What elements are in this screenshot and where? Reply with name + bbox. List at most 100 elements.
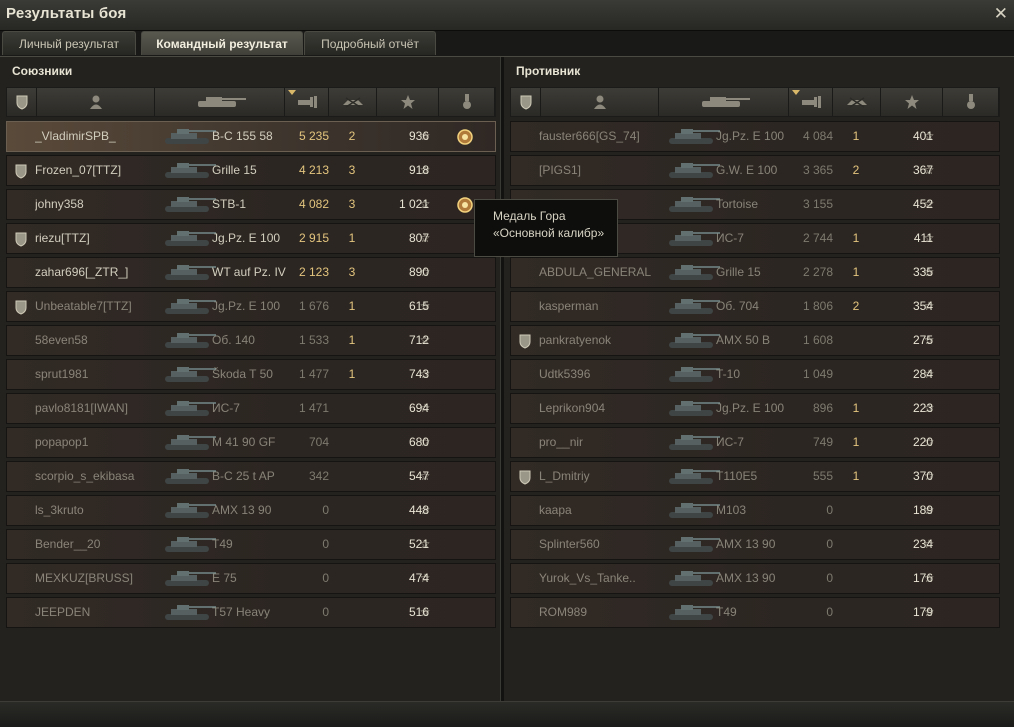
player-row[interactable]: Splinter560 AMX 13 90 0 234 ☆ — [510, 529, 1000, 560]
sort-arrow-icon — [288, 90, 296, 96]
experience-column-header[interactable] — [377, 88, 439, 116]
player-row[interactable]: scorpio_s_ekibasa В-С 25 t AP 342 547 ☆ — [6, 461, 496, 492]
player-row[interactable]: ls_3kruto AMX 13 90 0 448 ☆ — [6, 495, 496, 526]
player-row[interactable]: Udtk5396 T-10 1 049 284 ☆ — [510, 359, 1000, 390]
experience-star-icon: ☆ — [419, 503, 431, 517]
damage-value: 555 — [812, 469, 833, 483]
frags-value — [848, 190, 864, 219]
player-row[interactable]: ROM989 T49 0 179 ☆ — [510, 597, 1000, 628]
experience-star-icon: ☆ — [419, 401, 431, 415]
medal-icon[interactable] — [455, 122, 475, 151]
player-row[interactable]: JEEPDEN T57 Heavy 0 516 ☆ — [6, 597, 496, 628]
medal-icon[interactable] — [455, 190, 475, 219]
frags-column-header[interactable] — [833, 88, 881, 116]
platoon-icon — [518, 292, 534, 321]
player-row[interactable]: 58even58 Об. 140 1 533 1 712 ☆ — [6, 325, 496, 356]
player-row[interactable]: pavlo8181[IWAN] ИС-7 1 471 694 ☆ — [6, 393, 496, 424]
frags-value — [344, 564, 360, 593]
player-row[interactable]: popapop1 M 41 90 GF 704 680 ☆ — [6, 427, 496, 458]
player-name: Bender__20 — [35, 537, 101, 551]
platoon-column-header[interactable] — [7, 88, 37, 116]
player-row[interactable]: Frozen_07[TTZ] Grille 15 4 213 3 918 ☆ — [6, 155, 496, 186]
platoon-icon — [518, 428, 534, 457]
player-row[interactable]: MEXKUZ[BRUSS] E 75 0 474 ☆ — [6, 563, 496, 594]
platoon-icon — [14, 462, 30, 491]
player-row[interactable]: Leprikon904 Jg.Pz. E 100 896 1 223 ☆ — [510, 393, 1000, 424]
platoon-icon — [518, 462, 534, 491]
vehicle-name: Grille 15 — [212, 163, 257, 177]
tab-team-result[interactable]: Командный результат — [141, 31, 303, 55]
tab-personal-result[interactable]: Личный результат — [2, 31, 136, 55]
player-name: L_Dmitriy — [539, 469, 590, 483]
platoon-icon — [14, 360, 30, 389]
platoon-icon — [14, 394, 30, 423]
damage-column-header[interactable] — [285, 88, 329, 116]
damage-column-header[interactable] — [789, 88, 833, 116]
player-row[interactable]: ABDULA_GENERAL Grille 15 2 278 1 335 ☆ — [510, 257, 1000, 288]
player-name: Yurok_Vs_Tanke.. — [539, 571, 636, 585]
frags-value — [344, 394, 360, 423]
vehicle-icon — [159, 122, 219, 151]
platoon-icon — [14, 292, 30, 321]
frags-column-header[interactable] — [329, 88, 377, 116]
player-name: ls_3kruto — [35, 503, 84, 517]
platoon-icon — [14, 530, 30, 559]
damage-value: 1 806 — [802, 299, 833, 313]
player-row[interactable]: Yurok_Vs_Tanke.. AMX 13 90 0 176 ☆ — [510, 563, 1000, 594]
experience-star-icon: ☆ — [923, 605, 935, 619]
player-row[interactable]: kasperman Об. 704 1 806 2 354 ☆ — [510, 291, 1000, 322]
player-row[interactable]: riezu[TTZ] Jg.Pz. E 100 2 915 1 807 ☆ — [6, 223, 496, 254]
platoon-icon — [14, 598, 30, 627]
player-column-header[interactable] — [37, 88, 155, 116]
vehicle-name: T49 — [716, 605, 737, 619]
vehicle-name: M103 — [716, 503, 747, 517]
vehicle-icon — [159, 190, 219, 219]
player-row[interactable]: [PIGS1] G.W. E 100 3 365 2 367 ☆ — [510, 155, 1000, 186]
player-row[interactable]: kaapa M103 0 189 ☆ — [510, 495, 1000, 526]
frags-value: 3 — [348, 163, 356, 177]
experience-star-icon: ☆ — [923, 469, 935, 483]
vehicle-column-header[interactable] — [155, 88, 285, 116]
frags-value: 1 — [348, 299, 356, 313]
medal-column-header[interactable] — [439, 88, 495, 116]
vehicle-icon — [663, 258, 723, 287]
vehicle-column-header[interactable] — [659, 88, 789, 116]
experience-star-icon: ☆ — [419, 469, 431, 483]
close-icon[interactable]: ✕ — [994, 4, 1008, 24]
medal-column-header[interactable] — [943, 88, 999, 116]
vehicle-name: ИС-7 — [212, 401, 240, 415]
platoon-icon — [518, 496, 534, 525]
allies-column-header — [6, 87, 496, 117]
player-column-header[interactable] — [541, 88, 659, 116]
experience-star-icon: ☆ — [923, 571, 935, 585]
enemies-rows: fauster666[GS_74] Jg.Pz. E 100 4 084 1 401 ☆[… — [510, 121, 1000, 631]
vehicle-icon — [663, 394, 723, 423]
player-row[interactable]: sprut1981 Škoda T 50 1 477 1 743 ☆ — [6, 359, 496, 390]
platoon-icon — [14, 428, 30, 457]
vehicle-name: WT auf Pz. IV — [212, 265, 286, 279]
player-row[interactable]: Bender__20 T49 0 521 ☆ — [6, 529, 496, 560]
experience-star-icon: ☆ — [419, 367, 431, 381]
platoon-icon — [14, 564, 30, 593]
player-row[interactable]: L_Dmitriy T110E5 555 1 370 ☆ — [510, 461, 1000, 492]
player-row[interactable]: pankratyenok AMX 50 B1 608 275 ☆ — [510, 325, 1000, 356]
player-row[interactable]: fauster666[GS_74] Jg.Pz. E 100 4 084 1 401 ☆ — [510, 121, 1000, 152]
platoon-column-header[interactable] — [511, 88, 541, 116]
vehicle-icon — [663, 462, 723, 491]
player-row[interactable]: _VladimirSPB_ В-С 155 58 5 235 2 936 ☆ — [6, 121, 496, 152]
tab-detailed-report[interactable]: Подробный отчёт — [304, 31, 436, 55]
player-row[interactable]: johny358 STB-1 4 082 3 1 021 ☆ — [6, 189, 496, 220]
platoon-icon — [518, 530, 534, 559]
player-row[interactable]: pro__nir ИС-7 749 1 220 ☆ — [510, 427, 1000, 458]
platoon-icon — [14, 190, 30, 219]
damage-value: 0 — [826, 571, 833, 585]
experience-star-icon: ☆ — [923, 503, 935, 517]
damage-value: 1 533 — [298, 333, 329, 347]
player-row[interactable]: zahar696[_ZTR_] WT auf Pz. IV 2 123 3 890 ☆ — [6, 257, 496, 288]
player-row[interactable]: Unbeatable7[TTZ] Jg.Pz. E 100 1 676 1 615 ☆ — [6, 291, 496, 322]
damage-value: 1 608 — [802, 333, 833, 347]
experience-star-icon: ☆ — [419, 435, 431, 449]
player-name: MEXKUZ[BRUSS] — [35, 571, 134, 585]
experience-column-header[interactable] — [881, 88, 943, 116]
frags-value: 3 — [348, 197, 356, 211]
